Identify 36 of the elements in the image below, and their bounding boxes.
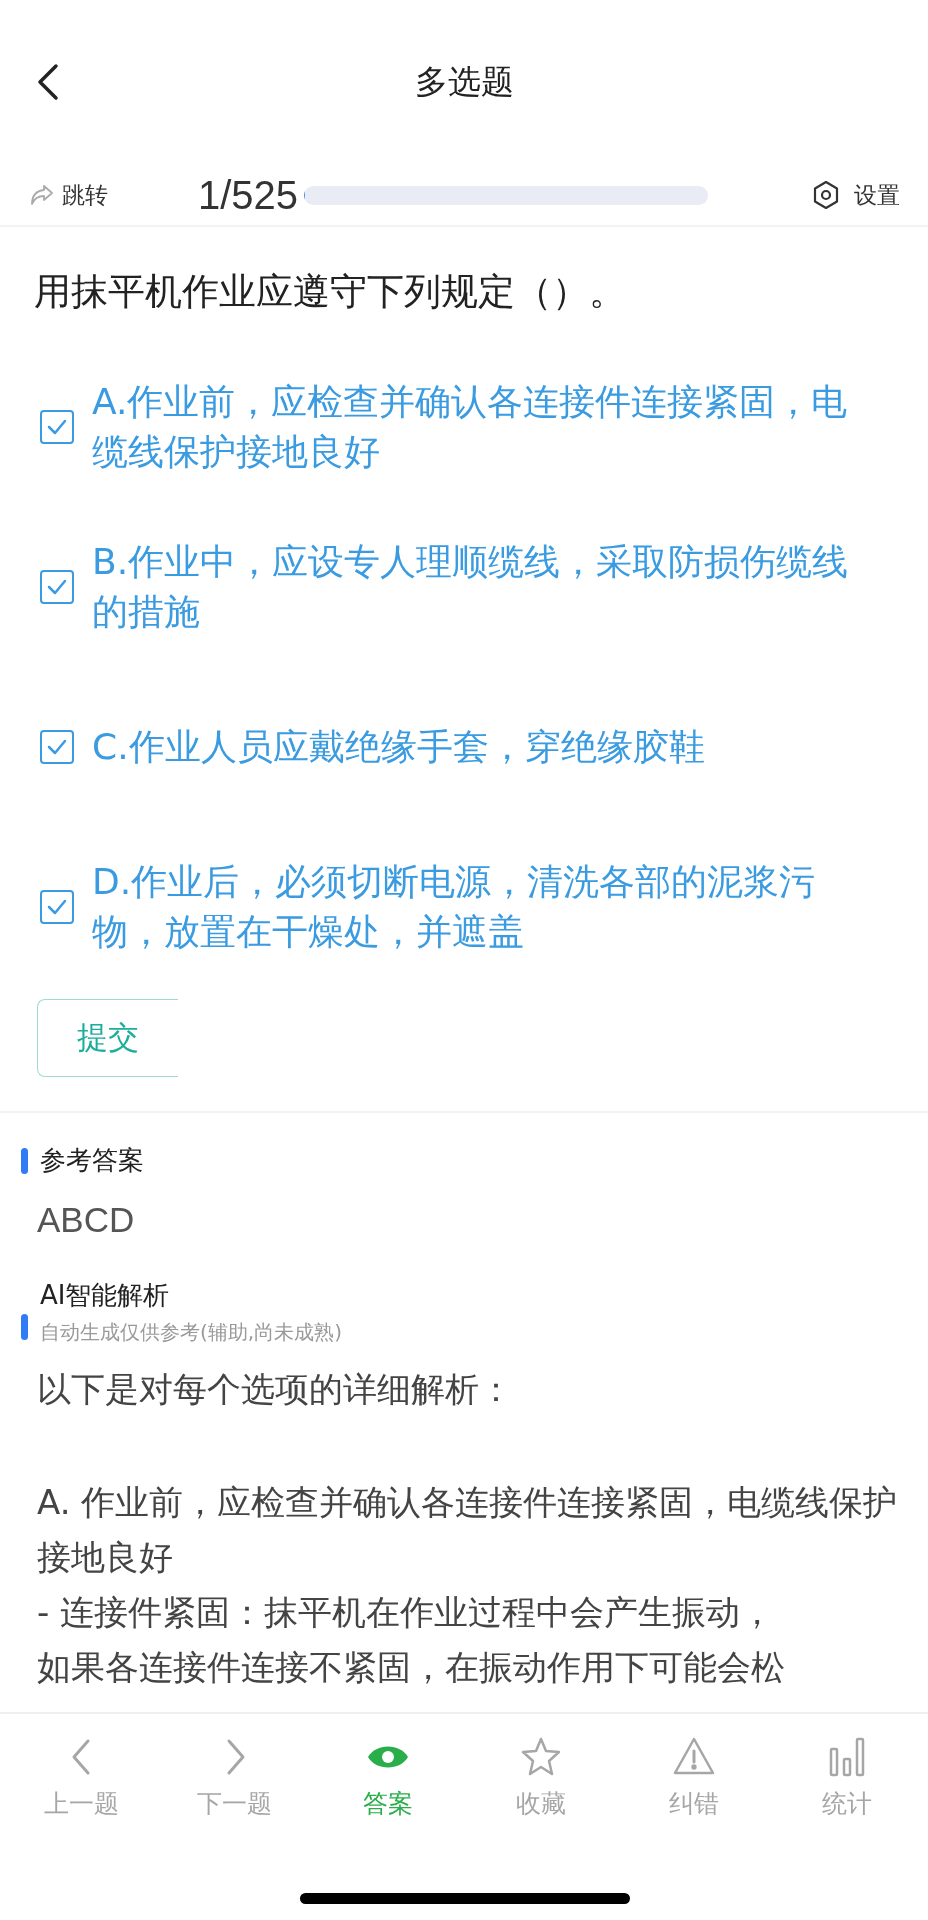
answer-value: ABCD (36, 1199, 136, 1241)
jump-button[interactable]: 跳转 (30, 179, 108, 211)
section-marker (21, 1147, 28, 1174)
share-arrow-icon (30, 184, 54, 206)
tab-button[interactable]: 收藏 (464, 1734, 617, 1821)
analysis-text: 以下是对每个选项的详细解析： (36, 1368, 514, 1411)
checkmark-icon (46, 738, 68, 756)
analysis-text: - 连接件紧固：抹平机在作业过程中会产生振动， (36, 1591, 776, 1634)
checkbox[interactable] (40, 890, 74, 924)
checkmark-icon (46, 898, 68, 916)
analysis-text: 如果各连接件连接不紧固，在振动作用下可能会松 (36, 1646, 786, 1689)
section-title: 参考答案 (40, 1144, 144, 1177)
section-marker (21, 1314, 28, 1340)
checkbox[interactable] (40, 410, 74, 444)
tab-button[interactable]: 答案 (311, 1734, 464, 1821)
analysis-text: A. 作业前，应检查并确认各连接件连接紧固，电缆线保护接地良好 (36, 1481, 899, 1579)
submit-button[interactable]: 提交 (37, 999, 178, 1077)
checkmark-icon (46, 418, 68, 436)
page-title: 多选题 (414, 61, 514, 103)
answer-option[interactable]: D.作业后，必须切断电源，清洗各部的泥浆污物，放置在干燥处，并遮盖 (0, 827, 928, 987)
answer-option[interactable]: C.作业人员应戴绝缘手套，穿绝缘胶鞋 (0, 667, 928, 827)
section-subtitle: 自动生成仅供参考(辅助,尚未成熟) (40, 1319, 342, 1346)
section-title: AI智能解析 (40, 1280, 170, 1310)
question-text: 用抹平机作业应遵守下列规定（）。 (33, 269, 627, 315)
question-counter: 1/525 (198, 172, 299, 218)
checkbox[interactable] (40, 570, 74, 604)
answer-option[interactable]: B.作业中，应设专人理顺缆线，采取防损伤缆线的措施 (0, 507, 928, 667)
checkmark-icon (46, 578, 68, 596)
settings-button[interactable]: 设置 (812, 179, 900, 211)
tab-button[interactable]: 下一题 (158, 1734, 311, 1821)
checkbox[interactable] (40, 730, 74, 764)
tab-button[interactable]: 统计 (770, 1734, 923, 1821)
tab-button[interactable]: 上一题 (5, 1734, 158, 1821)
tab-button[interactable]: 纠错 (617, 1734, 770, 1821)
answer-option[interactable]: A.作业前，应检查并确认各连接件连接紧固，电缆线保护接地良好 (0, 347, 928, 507)
settings-icon (812, 180, 840, 210)
